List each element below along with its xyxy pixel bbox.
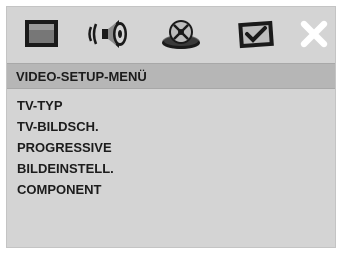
- video-setup-menu-list: TV-TYP TV-BILDSCH. PROGRESSIVE BILDEINST…: [17, 95, 114, 200]
- audio-setup-icon[interactable]: [86, 17, 130, 51]
- menu-item-tv-display[interactable]: TV-BILDSCH.: [17, 116, 114, 137]
- menu-item-component[interactable]: COMPONENT: [17, 179, 114, 200]
- exit-icon[interactable]: [297, 17, 331, 51]
- menu-item-tv-type[interactable]: TV-TYP: [17, 95, 114, 116]
- video-setup-icon[interactable]: [159, 17, 203, 51]
- general-setup-icon[interactable]: [21, 17, 61, 51]
- setup-menu-panel: VIDEO-SETUP-MENÜ TV-TYP TV-BILDSCH. PROG…: [6, 6, 336, 248]
- menu-title-bar: VIDEO-SETUP-MENÜ: [7, 63, 335, 89]
- menu-item-picture-settings[interactable]: BILDEINSTELL.: [17, 158, 114, 179]
- menu-title: VIDEO-SETUP-MENÜ: [16, 69, 147, 84]
- setup-icon-toolbar: [7, 7, 335, 61]
- menu-item-progressive[interactable]: PROGRESSIVE: [17, 137, 114, 158]
- preferences-icon[interactable]: [236, 17, 276, 51]
